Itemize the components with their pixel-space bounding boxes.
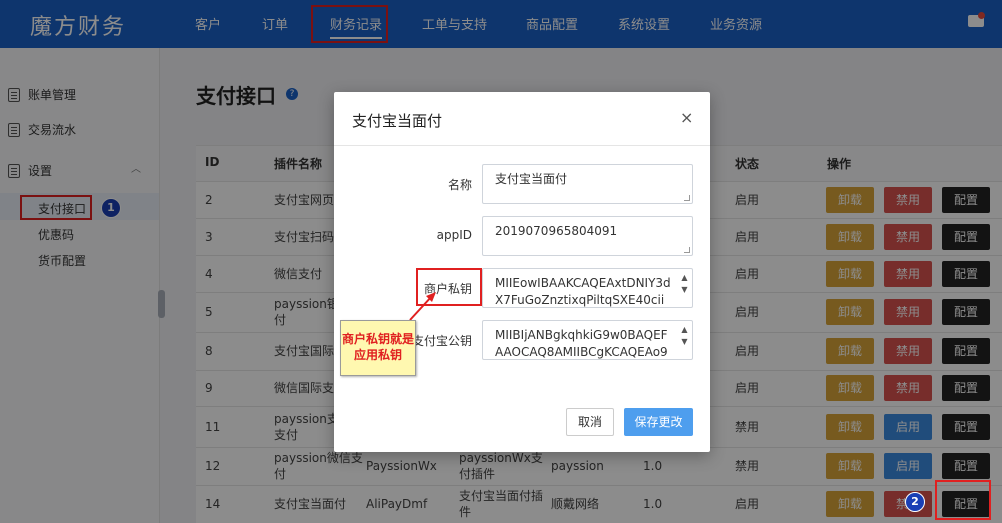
step-badge-2: 2 xyxy=(905,492,925,512)
annotation-arrow xyxy=(409,292,436,321)
annotation-note: 商户私钥就是应用私钥 xyxy=(340,320,416,376)
highlight-config-button xyxy=(935,480,991,520)
